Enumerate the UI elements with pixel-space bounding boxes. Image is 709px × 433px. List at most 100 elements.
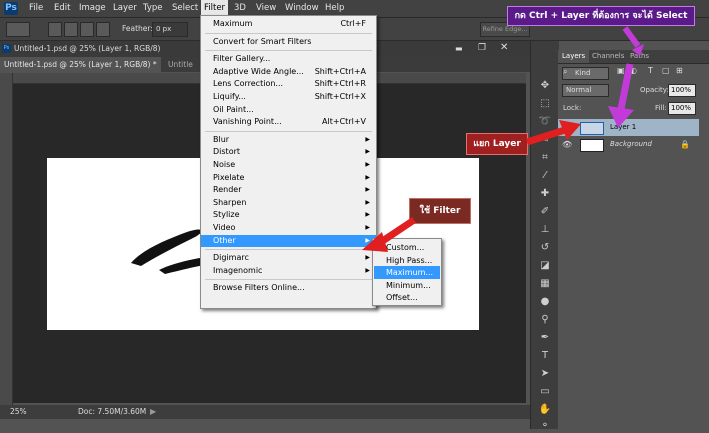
clone-stamp-tool-icon[interactable]: ⊥ [538, 223, 552, 237]
menu-item-label: Distort [213, 147, 241, 157]
filter-menu-item-imagenomic[interactable]: Imagenomic ▶ [201, 265, 376, 277]
filter-menu-item-distort[interactable]: Distort ▶ [201, 146, 376, 158]
vertical-ruler [0, 73, 13, 406]
menu-item-label: Oil Paint... [213, 104, 254, 114]
annotation-use-filter: ใช้ Filter [409, 198, 471, 224]
filter-menu-item-filter-gallery[interactable]: Filter Gallery... [201, 53, 376, 65]
menu-type[interactable]: Type [140, 0, 166, 17]
other-submenu-item-offset[interactable]: Offset... [374, 291, 440, 304]
filter-menu-item-stylize[interactable]: Stylize ▶ [201, 209, 376, 221]
dodge-tool-icon[interactable]: ⚲ [538, 313, 552, 327]
opacity-input[interactable]: 100% [668, 84, 696, 97]
new-selection-icon[interactable] [48, 22, 62, 37]
other-submenu-item-minimum[interactable]: Minimum... [374, 279, 440, 292]
menu-item-label: Blur [213, 134, 230, 144]
filter-menu-item-liquify[interactable]: Liquify... Shift+Ctrl+X [201, 91, 376, 103]
search-icon: ⌕ [563, 67, 568, 76]
lock-icon: 🔒 [680, 140, 690, 149]
status-bar: 25% Doc: 7.50M/3.60M ▶ [0, 405, 530, 419]
tab-layers[interactable]: Layers [558, 50, 590, 63]
pen-tool-icon[interactable]: ✒ [538, 331, 552, 345]
smart-object-filter-icon[interactable]: ⊞ [676, 66, 683, 75]
filter-menu-item-vanishing-point[interactable]: Vanishing Point... Alt+Ctrl+V [201, 116, 376, 128]
hand-tool-icon[interactable]: ✋ [538, 403, 552, 417]
menu-layer[interactable]: Layer [110, 0, 140, 17]
filter-menu-item-browse-filters-online[interactable]: Browse Filters Online... [201, 282, 376, 294]
filter-menu-item-pixelate[interactable]: Pixelate ▶ [201, 172, 376, 184]
menu-separator [205, 32, 372, 34]
zoom-level[interactable]: 25% [10, 405, 27, 419]
filter-menu-item-convert-for-smart-filters[interactable]: Convert for Smart Filters [201, 36, 376, 48]
eraser-tool-icon[interactable]: ◪ [538, 259, 552, 273]
feather-input[interactable]: 0 px [152, 22, 188, 37]
filter-menu-item-noise[interactable]: Noise ▶ [201, 159, 376, 171]
menu-item-label: Filter Gallery... [213, 54, 271, 64]
tools-panel: ✥ ⬚ ➰ ✎ ⌗ ⁄ ✚ ✐ ⊥ ↺ ◪ ▦ ● ⚲ ✒ T ➤ ▭ ✋ ⚬ [530, 41, 559, 431]
marquee-tool-icon[interactable]: ⬚ [538, 97, 552, 111]
menu-item-shortcut: Shift+Ctrl+A [314, 66, 366, 76]
menu-item-label: Convert for Smart Filters [213, 36, 312, 46]
filter-menu-item-video[interactable]: Video ▶ [201, 222, 376, 234]
photoshop-logo: Ps [4, 2, 18, 15]
submenu-arrow-icon: ▶ [365, 148, 370, 156]
menu-item-label: Digimarc [213, 253, 249, 263]
filter-menu-item-render[interactable]: Render ▶ [201, 184, 376, 196]
minimize-window-icon[interactable]: ▬ [455, 44, 463, 53]
document-size-info: Doc: 7.50M/3.60M [78, 407, 147, 416]
menu-item-label: Render [213, 185, 242, 195]
filter-menu-item-maximum[interactable]: Maximum Ctrl+F [201, 18, 376, 30]
restore-window-icon[interactable]: ❐ [478, 43, 486, 53]
menu-file[interactable]: File [26, 0, 46, 17]
other-submenu-item-maximum[interactable]: Maximum... [374, 266, 440, 279]
add-selection-icon[interactable] [64, 22, 78, 37]
filter-menu-item-blur[interactable]: Blur ▶ [201, 134, 376, 146]
submenu-arrow-icon: ▶ [365, 198, 370, 206]
menu-edit[interactable]: Edit [51, 0, 73, 17]
menu-item-label: Browse Filters Online... [213, 283, 305, 293]
menu-separator [205, 50, 372, 52]
menu-image[interactable]: Image [76, 0, 109, 17]
tab-untitled-2[interactable]: Untitle [164, 57, 197, 72]
zoom-tool-icon[interactable]: ⚬ [538, 419, 552, 433]
healing-brush-tool-icon[interactable]: ✚ [538, 187, 552, 201]
menu-select[interactable]: Select [169, 0, 201, 17]
menu-item-label: Offset... [386, 293, 418, 302]
move-tool-icon[interactable]: ✥ [538, 79, 552, 93]
eyedropper-tool-icon[interactable]: ⁄ [538, 169, 552, 183]
status-menu-arrow-icon[interactable]: ▶ [150, 405, 156, 419]
history-brush-tool-icon[interactable]: ↺ [538, 241, 552, 255]
menu-item-label: Video [213, 223, 236, 232]
type-tool-icon[interactable]: T [538, 349, 552, 363]
path-select-tool-icon[interactable]: ➤ [538, 367, 552, 381]
filter-menu-item-adaptive-wide-angle[interactable]: Adaptive Wide Angle... Shift+Ctrl+A [201, 66, 376, 78]
gradient-tool-icon[interactable]: ▦ [538, 277, 552, 291]
intersect-selection-icon[interactable] [96, 22, 110, 37]
menu-item-label: Minimum... [386, 280, 431, 290]
filter-menu-item-lens-correction[interactable]: Lens Correction... Shift+Ctrl+R [201, 78, 376, 90]
filter-menu-item-sharpen[interactable]: Sharpen ▶ [201, 197, 376, 209]
document-title: Untitled-1.psd @ 25% (Layer 1, RGB/8) [14, 44, 161, 53]
filter-menu-item-digimarc[interactable]: Digimarc ▶ [201, 252, 376, 264]
layer-name: Background [610, 140, 652, 148]
close-window-icon[interactable]: ✕ [500, 42, 508, 53]
feather-label: Feather: [122, 24, 153, 33]
menu-item-label: Noise [213, 160, 236, 169]
subtract-selection-icon[interactable] [80, 22, 94, 37]
menu-item-label: Sharpen [213, 197, 247, 207]
shape-tool-icon[interactable]: ▭ [538, 385, 552, 399]
filter-menu-item-other[interactable]: Other ▶ [201, 234, 376, 247]
menu-item-shortcut: Shift+Ctrl+R [314, 79, 366, 89]
tab-untitled-1[interactable]: Untitled-1.psd @ 25% (Layer 1, RGB/8) * [0, 57, 161, 72]
submenu-arrow-icon: ▶ [365, 266, 370, 274]
marquee-tool-preset[interactable] [6, 22, 30, 37]
annotation-ctrl-select: กด Ctrl + Layer ที่ต้องการ จะได้ Select [507, 6, 695, 26]
filter-menu-item-oil-paint[interactable]: Oil Paint... [201, 104, 376, 116]
menu-item-label: Adaptive Wide Angle... [213, 66, 304, 76]
menu-item-label: Maximum... [386, 268, 434, 277]
menu-separator [205, 279, 372, 281]
fill-input[interactable]: 100% [668, 102, 696, 115]
brush-tool-icon[interactable]: ✐ [538, 205, 552, 219]
blur-tool-icon[interactable]: ● [538, 295, 552, 309]
shape-filter-icon[interactable]: ▢ [662, 66, 670, 75]
menu-separator [205, 130, 372, 132]
